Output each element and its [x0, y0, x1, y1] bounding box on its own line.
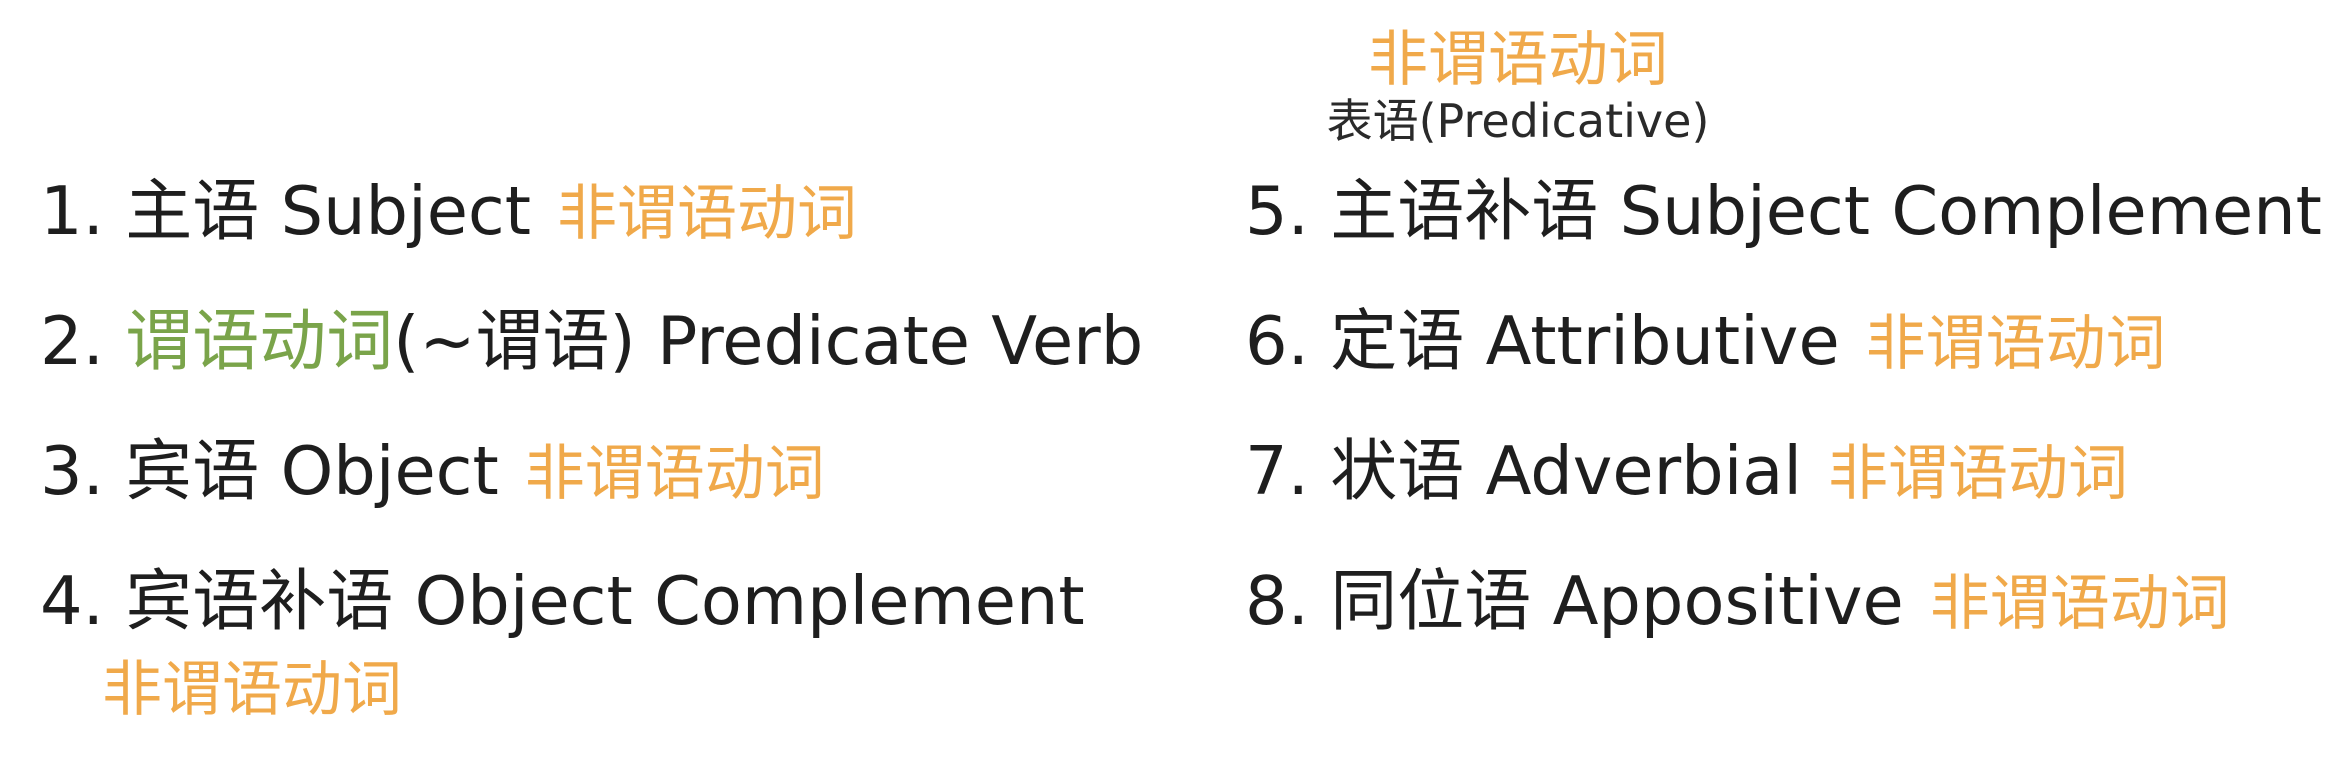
item-number: 3.	[40, 432, 104, 510]
list-item-subject: 1. 主语 Subject 非谓语动词	[40, 178, 857, 245]
item-number: 6.	[1245, 302, 1309, 380]
list-item-appositive: 8. 同位语 Appositive 非谓语动词	[1245, 568, 2230, 635]
nonfinite-tag: 非谓语动词	[1827, 439, 2128, 509]
item-zh-term: 宾语	[125, 432, 260, 510]
nonfinite-tag: 非谓语动词	[1865, 309, 2166, 379]
nonfinite-tag: 非谓语动词	[557, 179, 858, 249]
list-item-adverbial: 7. 状语 Adverbial 非谓语动词	[1245, 438, 2128, 505]
item-number: 4.	[40, 562, 104, 640]
predicative-nonfinite-tag: 非谓语动词	[1368, 25, 1668, 95]
item-number: 8.	[1245, 562, 1309, 640]
item-en-term: Adverbial	[1485, 432, 1802, 510]
item-en-term: Attributive	[1485, 302, 1840, 380]
item-number: 2.	[40, 302, 104, 380]
item-en-term: (~谓语) Predicate Verb	[393, 302, 1144, 380]
item-number: 7.	[1245, 432, 1309, 510]
item-en-term: Subject	[280, 172, 532, 250]
item-zh-term: 宾语补语	[125, 562, 394, 640]
predicative-label: 表语(Predicative)	[1326, 94, 1710, 148]
nonfinite-tag: 非谓语动词	[524, 439, 825, 509]
item-zh-term-highlight: 谓语动词	[125, 302, 394, 380]
item-zh-term: 主语补语	[1330, 172, 1599, 250]
list-item-subject-complement: 5. 主语补语 Subject Complement	[1245, 178, 2322, 245]
item-zh-term: 主语	[125, 172, 260, 250]
item-number: 1.	[40, 172, 104, 250]
list-item-predicate-verb: 2. 谓语动词(~谓语) Predicate Verb	[40, 308, 1143, 375]
item-zh-term: 定语	[1330, 302, 1465, 380]
nonfinite-tag: 非谓语动词	[1929, 569, 2230, 639]
nonfinite-tag: 非谓语动词	[102, 655, 402, 725]
item-en-term: Subject Complement	[1619, 172, 2322, 250]
item-zh-term: 状语	[1330, 432, 1465, 510]
item-en-term: Object	[280, 432, 499, 510]
list-item-object-complement: 4. 宾语补语 Object Complement	[40, 568, 1085, 635]
item-en-term: Object Complement	[414, 562, 1085, 640]
item-en-term: Appositive	[1552, 562, 1904, 640]
predicative-annotation: 非谓语动词 表语(Predicative)	[1318, 30, 1718, 144]
item-number: 5.	[1245, 172, 1309, 250]
list-item-object: 3. 宾语 Object 非谓语动词	[40, 438, 825, 505]
list-item-attributive: 6. 定语 Attributive 非谓语动词	[1245, 308, 2166, 375]
item-zh-term: 同位语	[1330, 562, 1532, 640]
